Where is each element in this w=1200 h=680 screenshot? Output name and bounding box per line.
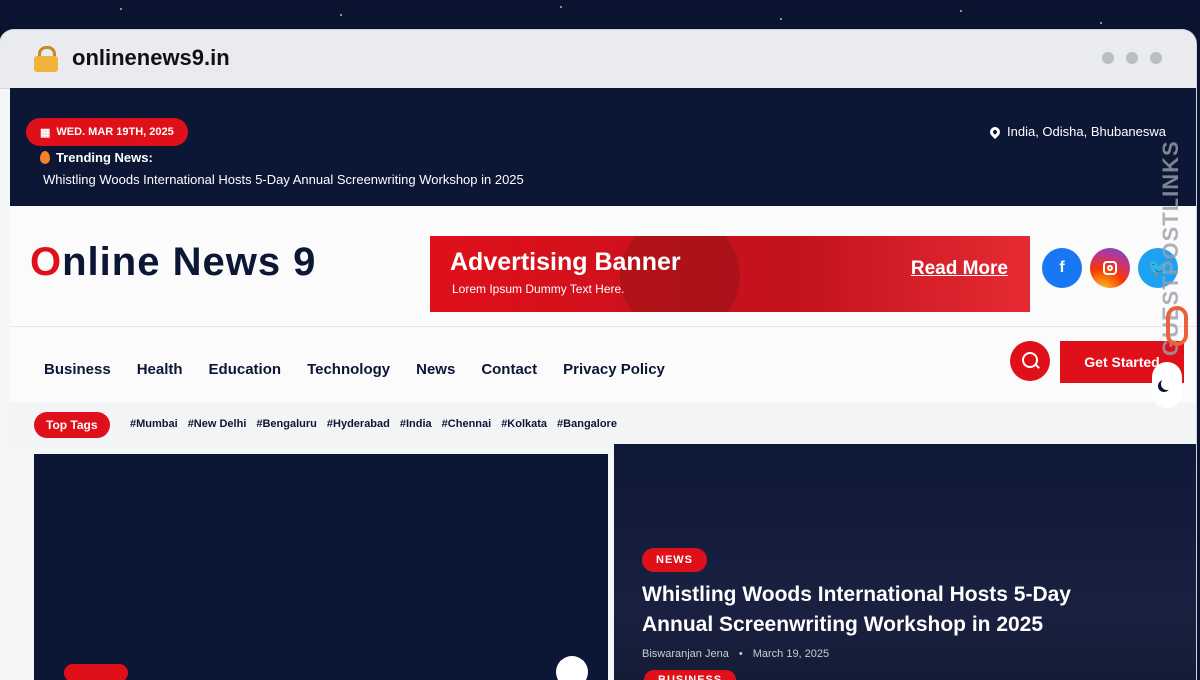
- star: [1100, 22, 1102, 24]
- location-text: India, Odisha, Bhubaneswa: [1007, 124, 1166, 139]
- window-controls: [1102, 52, 1162, 64]
- star: [340, 14, 342, 16]
- top-tags-label: Top Tags: [34, 412, 110, 438]
- main-nav: Business Health Education Technology New…: [10, 326, 1196, 403]
- link-icon: [1166, 306, 1188, 346]
- dark-mode-toggle[interactable]: [1152, 362, 1182, 408]
- search-button[interactable]: [1010, 341, 1050, 381]
- trending-label-text: Trending News:: [56, 150, 153, 165]
- map-pin-icon: [987, 124, 1003, 139]
- url-text[interactable]: onlinenews9.in: [72, 45, 230, 71]
- star: [780, 18, 782, 20]
- instagram-icon[interactable]: [1090, 248, 1130, 288]
- site-header: Online News 9 Advertising Banner Lorem I…: [10, 206, 1196, 326]
- date-badge: ▦ WED. MAR 19TH, 2025: [26, 118, 188, 146]
- featured-slider[interactable]: [34, 454, 608, 680]
- top-tags-bar: Top Tags #Mumbai #New Delhi #Bengaluru #…: [10, 402, 1196, 448]
- date-text: WED. MAR 19TH, 2025: [56, 126, 174, 138]
- nav-item-news[interactable]: News: [416, 361, 455, 378]
- website: ▦ WED. MAR 19TH, 2025 Trending News: Whi…: [10, 88, 1196, 680]
- category-badge[interactable]: BUSINESS: [644, 670, 737, 680]
- nav-item-health[interactable]: Health: [137, 361, 183, 378]
- moon-icon: [1161, 378, 1173, 390]
- ad-subtitle: Lorem Ipsum Dummy Text Here.: [452, 282, 625, 296]
- featured-post[interactable]: NEWS Whistling Woods International Hosts…: [614, 444, 1196, 680]
- nav-item-education[interactable]: Education: [209, 361, 282, 378]
- lock-icon: [34, 46, 58, 72]
- ad-title: Advertising Banner: [450, 248, 681, 276]
- tag-link[interactable]: #Hyderabad: [327, 418, 390, 430]
- nav-item-privacy-policy[interactable]: Privacy Policy: [563, 361, 665, 378]
- facebook-icon[interactable]: f: [1042, 248, 1082, 288]
- tag-link[interactable]: #New Delhi: [188, 418, 247, 430]
- star: [560, 6, 562, 8]
- post-meta: Biswaranjan Jena • March 19, 2025: [642, 648, 829, 660]
- star: [120, 8, 122, 10]
- location: India, Odisha, Bhubaneswa: [987, 124, 1166, 139]
- calendar-icon: ▦: [40, 126, 51, 139]
- post-headline[interactable]: Whistling Woods International Hosts 5-Da…: [642, 580, 1112, 640]
- site-logo[interactable]: Online News 9: [30, 240, 316, 285]
- tag-link[interactable]: #India: [400, 418, 432, 430]
- trending-label: Trending News:: [40, 150, 153, 165]
- nav-item-business[interactable]: Business: [44, 361, 111, 378]
- nav-item-technology[interactable]: Technology: [307, 361, 390, 378]
- tag-link[interactable]: #Mumbai: [130, 418, 178, 430]
- slider-arrow-icon[interactable]: [556, 656, 588, 680]
- post-author[interactable]: Biswaranjan Jena: [642, 648, 729, 660]
- logo-letter: O: [30, 240, 63, 284]
- logo-text: nline News 9: [62, 240, 317, 284]
- trending-headline[interactable]: Whistling Woods International Hosts 5-Da…: [43, 172, 524, 187]
- tag-list: #Mumbai #New Delhi #Bengaluru #Hyderabad…: [130, 418, 617, 430]
- nav-items: Business Health Education Technology New…: [44, 361, 665, 378]
- nav-item-contact[interactable]: Contact: [481, 361, 537, 378]
- browser-window: onlinenews9.in ▦ WED. MAR 19TH, 2025 Tre…: [0, 30, 1196, 680]
- instagram-glyph: [1103, 261, 1117, 275]
- ad-read-more-link[interactable]: Read More: [911, 258, 1008, 280]
- post-date: March 19, 2025: [752, 648, 830, 660]
- tag-link[interactable]: #Kolkata: [501, 418, 547, 430]
- window-dot[interactable]: [1102, 52, 1114, 64]
- tag-link[interactable]: #Bengaluru: [256, 418, 317, 430]
- tag-link[interactable]: #Chennai: [442, 418, 492, 430]
- tag-link[interactable]: #Bangalore: [557, 418, 617, 430]
- category-badge[interactable]: NEWS: [642, 548, 707, 572]
- star: [960, 10, 962, 12]
- window-dot[interactable]: [1126, 52, 1138, 64]
- fire-icon: [40, 151, 50, 164]
- meta-separator: •: [738, 648, 743, 660]
- category-chip[interactable]: [64, 664, 128, 680]
- top-bar: ▦ WED. MAR 19TH, 2025 Trending News: Whi…: [10, 88, 1196, 206]
- address-bar[interactable]: onlinenews9.in: [0, 30, 1196, 89]
- advertising-banner[interactable]: Advertising Banner Lorem Ipsum Dummy Tex…: [430, 236, 1030, 312]
